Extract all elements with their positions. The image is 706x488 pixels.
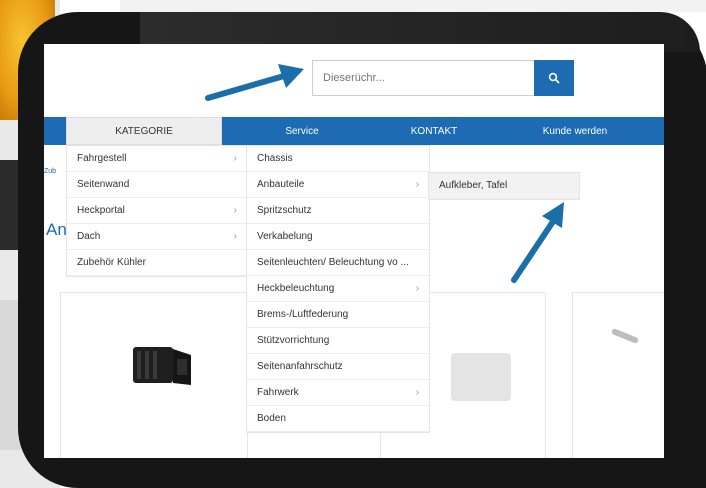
chevron-right-icon: › (415, 283, 419, 294)
menu-item-verkabelung[interactable]: Verkabelung (247, 224, 429, 250)
menu-item-label: Zubehör Kühler (77, 257, 146, 268)
product-card[interactable] (60, 292, 248, 458)
menu-item-label: Chassis (257, 153, 293, 164)
menu-item-dach[interactable]: Dach › (67, 224, 247, 250)
nav-spacer (44, 117, 66, 145)
chevron-right-icon: › (233, 205, 237, 216)
product-card[interactable] (572, 292, 664, 458)
background-top (120, 0, 706, 12)
menu-item-chassis[interactable]: Chassis (247, 146, 429, 172)
main-navigation: KATEGORIE Service KONTAKT Kunde werden (44, 117, 664, 145)
arrow-icon (205, 64, 304, 101)
menu-item-brems-luftfederung[interactable]: Brems-/Luftfederung (247, 302, 429, 328)
menu-item-label: Seitenwand (77, 179, 130, 190)
chevron-right-icon: › (233, 153, 237, 164)
menu-item-label: Fahrgestell (77, 153, 127, 164)
nav-item-service[interactable]: Service (222, 117, 382, 145)
menu-item-anbauteile[interactable]: Anbauteile › (247, 172, 429, 198)
menu-item-label: Brems-/Luftfederung (257, 309, 349, 320)
menu-item-label: Boden (257, 413, 286, 424)
chevron-right-icon: › (233, 231, 237, 242)
menu-item-label: Heckportal (77, 205, 125, 216)
menu-item-boden[interactable]: Boden (247, 406, 429, 432)
menu-item-label: Verkabelung (257, 231, 313, 242)
menu-item-zubehoer-kuehler[interactable]: Zubehör Kühler (67, 250, 247, 276)
menu-item-spritzschutz[interactable]: Spritzschutz (247, 198, 429, 224)
arrow-icon (511, 202, 564, 283)
menu-item-fahrwerk[interactable]: Fahrwerk › (247, 380, 429, 406)
search-button[interactable] (534, 60, 574, 96)
menu-item-heckportal[interactable]: Heckportal › (67, 198, 247, 224)
menu-item-seitenleuchten[interactable]: Seitenleuchten/ Beleuchtung vo ... (247, 250, 429, 276)
menu-item-seitenwand[interactable]: Seitenwand (67, 172, 247, 198)
menu-item-label: Seitenleuchten/ Beleuchtung vo ... (257, 257, 409, 268)
product-image (610, 327, 640, 345)
menu-item-label: Dach (77, 231, 101, 242)
search-input[interactable] (312, 60, 534, 96)
product-image (133, 347, 191, 385)
menu-item-fahrgestell[interactable]: Fahrgestell › (67, 146, 247, 172)
dropdown-menu-level1: Fahrgestell › Seitenwand Heckportal › Da… (66, 145, 248, 277)
menu-item-label: Heckbeleuchtung (257, 283, 335, 294)
menu-item-label: Spritzschutz (257, 205, 312, 216)
chevron-right-icon: › (415, 179, 419, 190)
search-bar (312, 60, 574, 96)
menu-item-stuetzvorrichtung[interactable]: Stützvorrichtung (247, 328, 429, 354)
menu-item-label: Aufkleber, Tafel (439, 180, 508, 191)
nav-item-kategorie[interactable]: KATEGORIE (66, 117, 222, 145)
product-image (451, 353, 511, 401)
nav-item-kunde-werden[interactable]: Kunde werden (486, 117, 664, 145)
search-icon (548, 72, 560, 84)
page-heading: An (46, 220, 67, 239)
nav-item-kontakt[interactable]: KONTAKT (382, 117, 486, 145)
breadcrumb-link[interactable]: Zub (44, 168, 56, 175)
menu-item-label: Seitenanfahrschutz (257, 361, 343, 372)
chevron-right-icon: › (415, 387, 419, 398)
menu-item-label: Fahrwerk (257, 387, 299, 398)
dropdown-menu-level2: Chassis Anbauteile › Spritzschutz Verkab… (246, 145, 430, 433)
menu-item-label: Anbauteile (257, 179, 305, 190)
menu-item-heckbeleuchtung[interactable]: Heckbeleuchtung › (247, 276, 429, 302)
menu-item-label: Stützvorrichtung (257, 335, 330, 346)
menu-item-seitenanfahrschutz[interactable]: Seitenanfahrschutz (247, 354, 429, 380)
